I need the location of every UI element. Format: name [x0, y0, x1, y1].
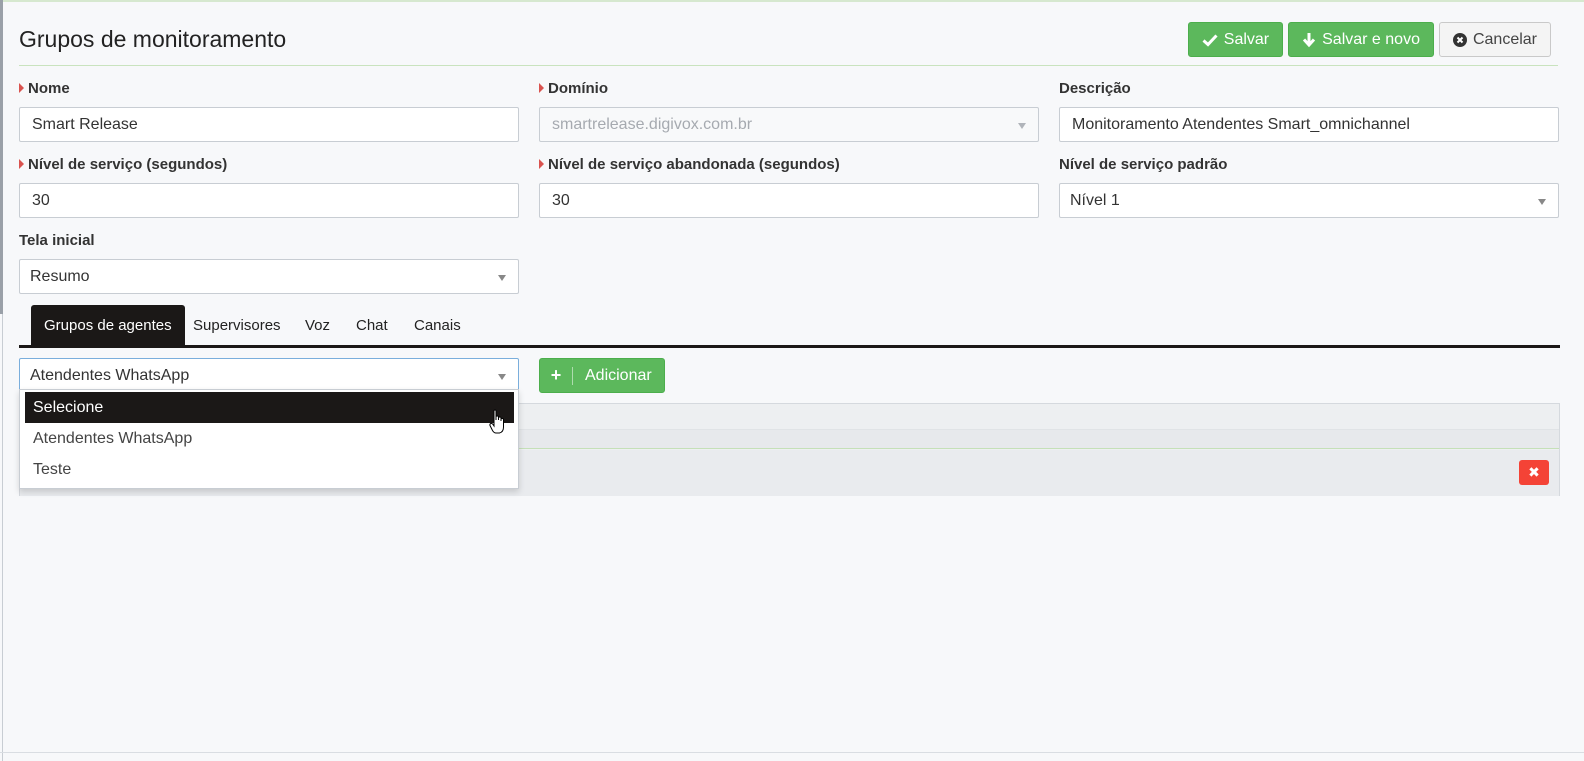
- dominio-select: smartrelease.digivox.com.br: [539, 107, 1039, 142]
- save-button[interactable]: Salvar: [1187, 22, 1284, 57]
- tela-inicial-select[interactable]: Resumo: [19, 259, 519, 294]
- top-border: [0, 0, 1584, 2]
- tab-bar: Grupos de agentes Supervisores Voz Chat …: [19, 305, 1560, 348]
- left-border: [0, 0, 3, 314]
- dropdown-option-teste[interactable]: Teste: [25, 454, 514, 485]
- times-circle-icon: [1452, 32, 1467, 47]
- check-icon: [1202, 33, 1218, 47]
- nivel-servico-field[interactable]: 30: [19, 183, 519, 218]
- agent-group-value: Atendentes WhatsApp: [30, 366, 190, 384]
- save-and-new-button-label: Salvar e novo: [1322, 30, 1420, 48]
- bottom-border: [0, 752, 1584, 753]
- left-border-lower: [2, 314, 3, 761]
- save-button-label: Salvar: [1223, 30, 1270, 48]
- cancel-button-label: Cancelar: [1472, 30, 1537, 48]
- delete-button[interactable]: ✖: [1519, 460, 1549, 485]
- nivel-padrao-select[interactable]: Nível 1: [1059, 183, 1559, 218]
- plus-icon: +: [540, 366, 573, 385]
- descricao-field[interactable]: Monitoramento Atendentes Smart_omnichann…: [1059, 107, 1559, 142]
- chevron-down-icon: [1538, 199, 1546, 205]
- times-icon: ✖: [1528, 464, 1540, 480]
- tab-supervisores[interactable]: Supervisores: [193, 305, 281, 345]
- agent-group-select[interactable]: Atendentes WhatsApp: [19, 358, 519, 393]
- toolbar: Salvar Salvar e novo Cancelar: [1187, 22, 1551, 57]
- descricao-value: Monitoramento Atendentes Smart_omnichann…: [1072, 115, 1410, 133]
- nivel-abandonada-field[interactable]: 30: [539, 183, 1039, 218]
- agent-group-dropdown: Selecione Atendentes WhatsApp Teste: [19, 389, 519, 489]
- dominio-label: Domínio: [539, 80, 608, 97]
- dropdown-option-atendentes-whatsapp[interactable]: Atendentes WhatsApp: [25, 423, 514, 454]
- nivel-servico-label: Nível de serviço (segundos): [19, 156, 227, 173]
- tela-inicial-value: Resumo: [30, 267, 90, 285]
- chevron-down-icon: [498, 275, 506, 281]
- nivel-padrao-label: Nível de serviço padrão: [1059, 156, 1228, 173]
- save-and-new-button[interactable]: Salvar e novo: [1288, 22, 1434, 57]
- arrow-down-icon: [1302, 32, 1316, 48]
- tela-inicial-label: Tela inicial: [19, 232, 95, 249]
- add-button-label: Adicionar: [585, 366, 652, 384]
- chevron-down-icon: [1018, 123, 1026, 129]
- dominio-value: smartrelease.digivox.com.br: [552, 115, 753, 133]
- nivel-padrao-value: Nível 1: [1070, 191, 1120, 209]
- page-header: Grupos de monitoramento Salvar Salvar e …: [19, 20, 1558, 66]
- nivel-abandonada-label: Nível de serviço abandonada (segundos): [539, 156, 840, 173]
- page-title: Grupos de monitoramento: [19, 26, 287, 52]
- cancel-button[interactable]: Cancelar: [1438, 22, 1551, 57]
- add-button[interactable]: + Adicionar: [539, 358, 665, 393]
- tab-voz[interactable]: Voz: [305, 305, 330, 345]
- tab-grupos-de-agentes[interactable]: Grupos de agentes: [31, 305, 185, 345]
- tab-chat[interactable]: Chat: [356, 305, 388, 345]
- descricao-label: Descrição: [1059, 80, 1131, 97]
- dropdown-option-selecione[interactable]: Selecione: [25, 392, 514, 423]
- chevron-down-icon: [498, 374, 506, 380]
- tab-canais[interactable]: Canais: [414, 305, 461, 345]
- hand-pointer-icon: [489, 409, 507, 440]
- nivel-servico-value: 30: [32, 191, 50, 209]
- nivel-abandonada-value: 30: [552, 191, 570, 209]
- nome-field[interactable]: Smart Release: [19, 107, 519, 142]
- nome-label: Nome: [19, 80, 70, 97]
- nome-value: Smart Release: [32, 115, 138, 133]
